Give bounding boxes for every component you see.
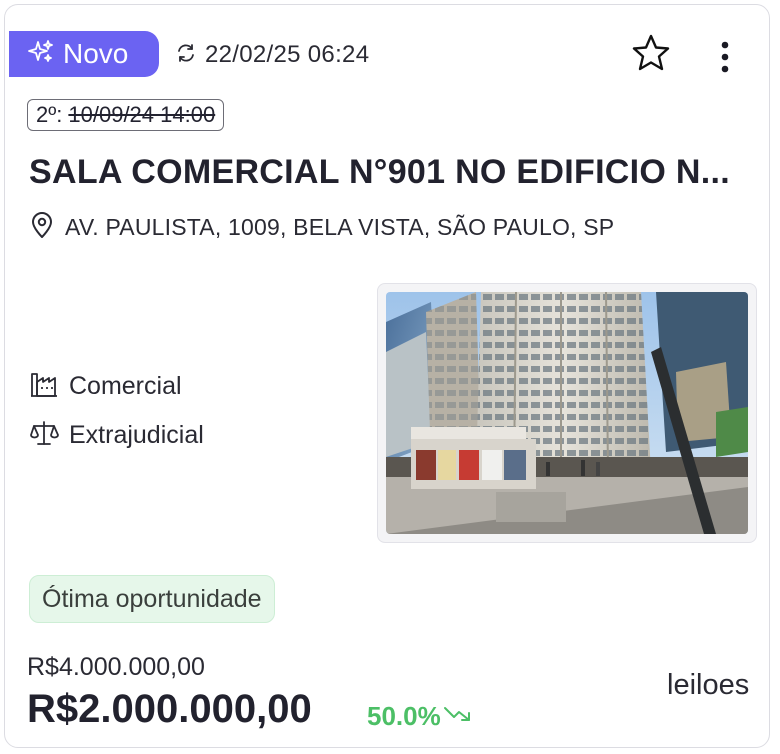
new-badge: Novo [9,31,159,77]
favorite-button[interactable] [629,33,673,77]
original-price: R$4.000.000,00 [27,653,205,681]
star-icon [631,33,671,78]
badge-label: Novo [63,38,129,69]
property-title[interactable]: SALA COMERCIAL N°901 NO EDIFICIO N... [29,153,759,192]
attribute-auction-kind: Extrajudicial [29,418,204,453]
property-address: AV. PAULISTA, 1009, BELA VISTA, SÃO PAUL… [29,211,614,244]
trend-down-icon [443,703,473,730]
source-label: leiloes [667,669,750,701]
sparkles-icon [27,38,55,71]
attribute-type-label: Comercial [69,372,182,400]
more-options-button[interactable] [705,37,745,81]
second-auction-label: 2º: [36,102,63,127]
map-pin-icon [29,211,55,244]
second-auction-date: 2º: 10/09/24 14:00 [27,99,225,131]
discount-indicator: 50.0% [367,701,473,732]
factory-icon [29,369,59,404]
refresh-icon [175,42,197,69]
opportunity-tag: Ótima oportunidade [29,575,275,623]
address-text: AV. PAULISTA, 1009, BELA VISTA, SÃO PAUL… [65,214,615,240]
second-auction-datetime: 10/09/24 14:00 [68,102,216,127]
property-photo[interactable] [377,283,757,543]
attribute-auction-kind-label: Extrajudicial [69,421,204,449]
updated-timestamp: 22/02/25 06:24 [175,41,369,69]
property-card[interactable]: Novo 22/02/25 06:24 2º: 10/09/24 14:00 S… [4,4,770,748]
scale-icon [29,418,59,453]
kebab-menu-icon [720,40,730,79]
updated-datetime: 22/02/25 06:24 [205,41,370,68]
attribute-type: Comercial [29,369,182,404]
discount-percent: 50.0% [367,701,441,731]
current-price: R$2.000.000,00 [27,687,312,731]
building-photo [386,292,748,534]
